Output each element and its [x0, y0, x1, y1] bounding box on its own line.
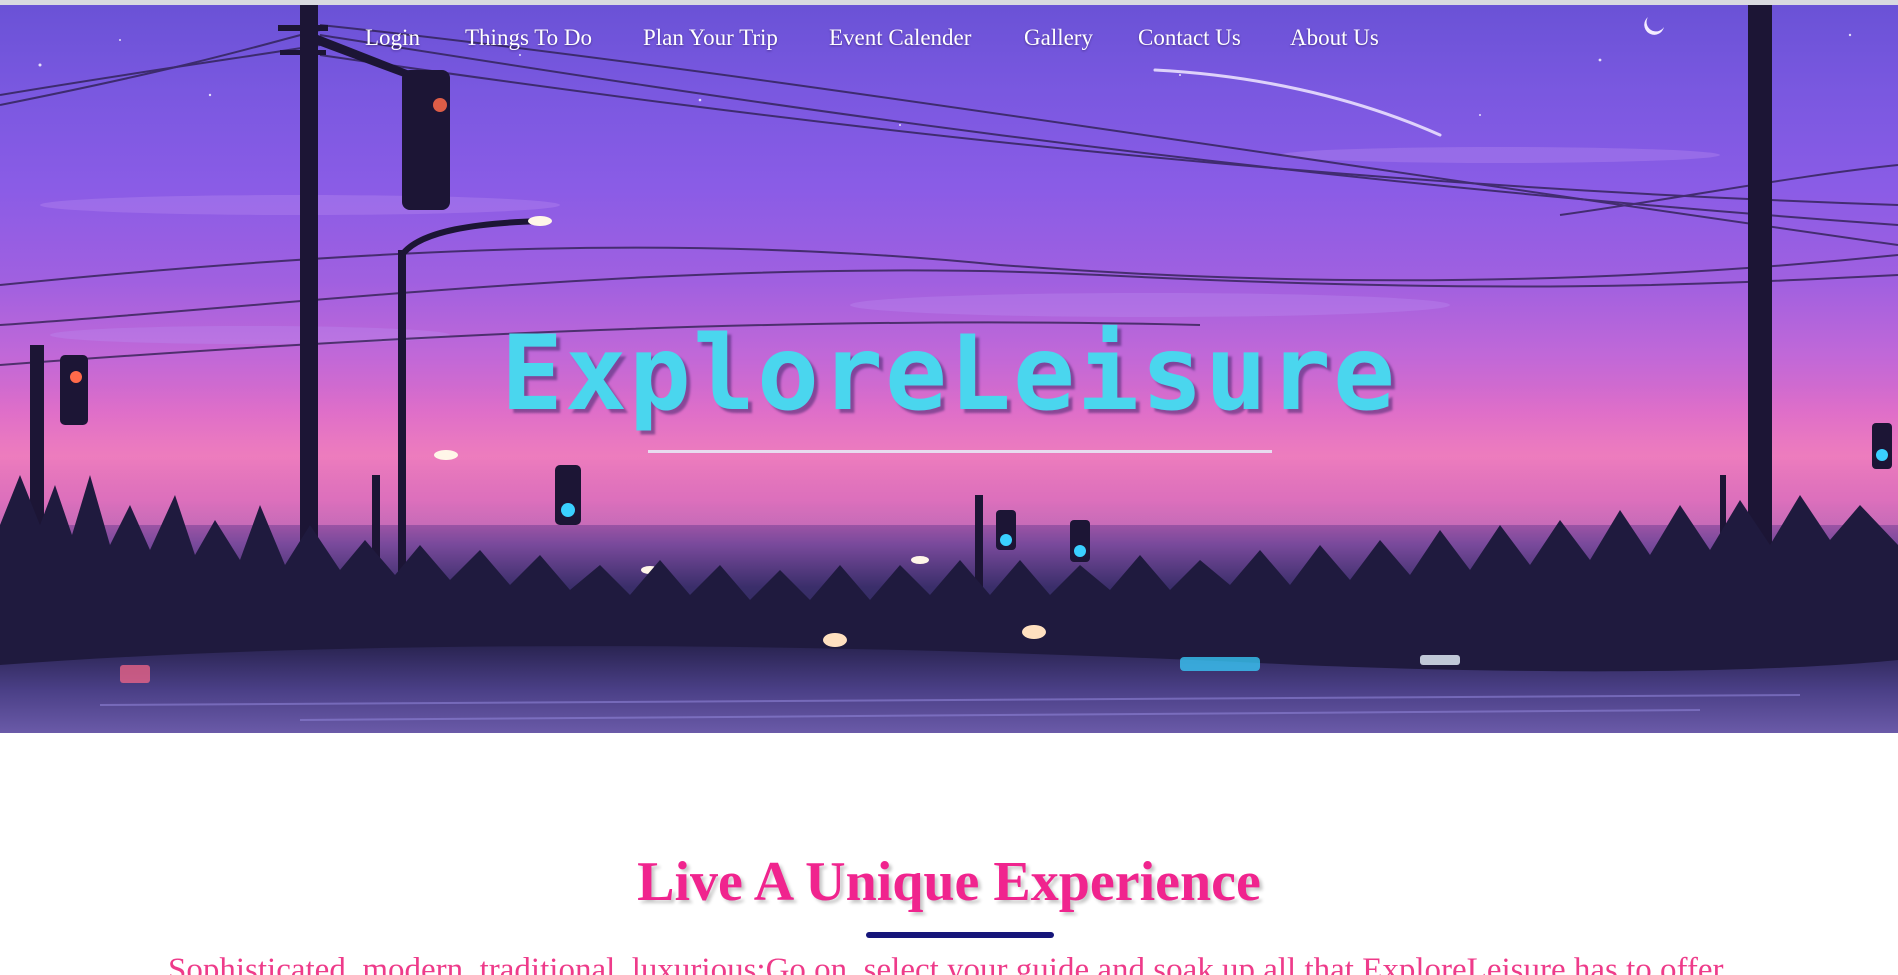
- nav-plan-your-trip[interactable]: Plan Your Trip: [643, 25, 778, 51]
- hero-banner: Login Things To Do Plan Your Trip Event …: [0, 5, 1898, 733]
- site-logo: ExploreLeisure: [500, 314, 1398, 434]
- main-nav: Login Things To Do Plan Your Trip Event …: [0, 25, 1898, 65]
- section-headline: Live A Unique Experience: [637, 851, 1261, 913]
- nav-event-calender[interactable]: Event Calender: [829, 25, 971, 51]
- headline-divider: [866, 932, 1054, 938]
- nav-gallery[interactable]: Gallery: [1024, 25, 1093, 51]
- section-tagline: Sophisticated, modern, traditional, luxu…: [168, 952, 1730, 975]
- nav-things-to-do[interactable]: Things To Do: [465, 25, 592, 51]
- logo-underline: [648, 450, 1272, 453]
- nav-login[interactable]: Login: [365, 25, 420, 51]
- nav-about-us[interactable]: About Us: [1290, 25, 1379, 51]
- nav-contact-us[interactable]: Contact Us: [1138, 25, 1241, 51]
